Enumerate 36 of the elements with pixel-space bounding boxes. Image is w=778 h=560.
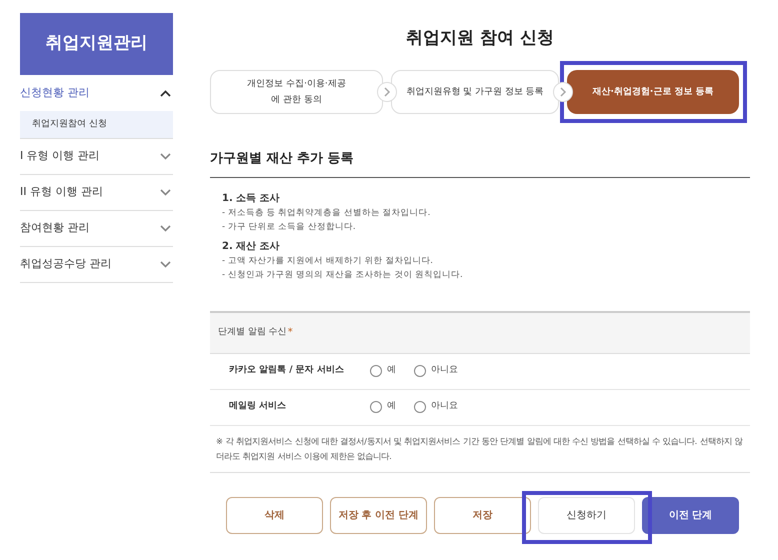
info-heading: 1. 소득 조사 [222,192,281,206]
radio-button[interactable] [414,401,426,413]
note-text: ※ 각 취업지원서비스 신청에 대한 결정서/동지서 및 취업지원서비스 기간 동안 단계별 알림에 대한 수신 방법을 선택하실 수 있습니다. 선택하지 않더라도 취업지원 서비스 이용에 제한은 없습니다. [215,434,744,462]
submenu-item[interactable]: 취업지원참여 신청 [20,111,173,139]
action-button[interactable]: 삭제 [226,496,323,534]
menu-item[interactable]: 참여현황 관리 [20,220,90,237]
step-tab[interactable]: 개인정보 수집·이용·제공 에 관한 동의 [210,70,383,114]
required-mark: * [288,326,293,340]
action-button[interactable]: 저장 후 이전 단계 [330,496,427,534]
info-heading: 2. 재산 조사 [222,240,281,254]
info-text: - 저소득층 등 취업취약계층을 선별하는 절차입니다. [222,206,432,220]
option-label: 예 [387,400,396,414]
info-text: - 고액 자산가를 지원에서 배제하기 위한 절차입니다. [222,254,434,268]
menu-item[interactable]: I 유형 이행 관리 [20,148,100,165]
field-label: 메일링 서비스 [228,400,288,414]
option-label: 예 [387,364,396,378]
menu-item[interactable]: 신청현황 관리 [20,84,90,102]
radio-button[interactable] [370,365,382,377]
info-text: - 신청인과 가구원 명의의 재산을 조사하는 것이 원칙입니다. [222,268,464,282]
option-label: 아니요 [431,364,458,378]
radio-button[interactable] [414,365,426,377]
field-label: 카카오 알림톡 / 문자 서비스 [228,364,345,378]
step-tab[interactable]: 재산·취업경험·근로 정보 등록 [567,70,739,114]
action-button[interactable]: 이전 단계 [642,496,739,534]
page-title: 취업지원 참여 신청 [405,27,555,50]
action-button[interactable]: 신청하기 [538,496,635,534]
menu-item[interactable]: 취업성공수당 관리 [20,256,112,273]
menu-item[interactable]: II 유형 이행 관리 [20,184,103,201]
radio-button[interactable] [370,401,382,413]
section-title: 가구원별 재산 추가 등록 [210,150,355,168]
step-tab[interactable]: 취업지원유형 및 가구원 정보 등록 [391,70,559,114]
field-label: 단계별 알림 수신 [218,326,287,339]
info-text: - 가구 단위로 소득을 산정합니다. [222,220,357,234]
action-button[interactable]: 저장 [434,496,531,534]
sidebar-title: 취업지원관리 [20,13,173,75]
option-label: 아니요 [431,400,458,414]
